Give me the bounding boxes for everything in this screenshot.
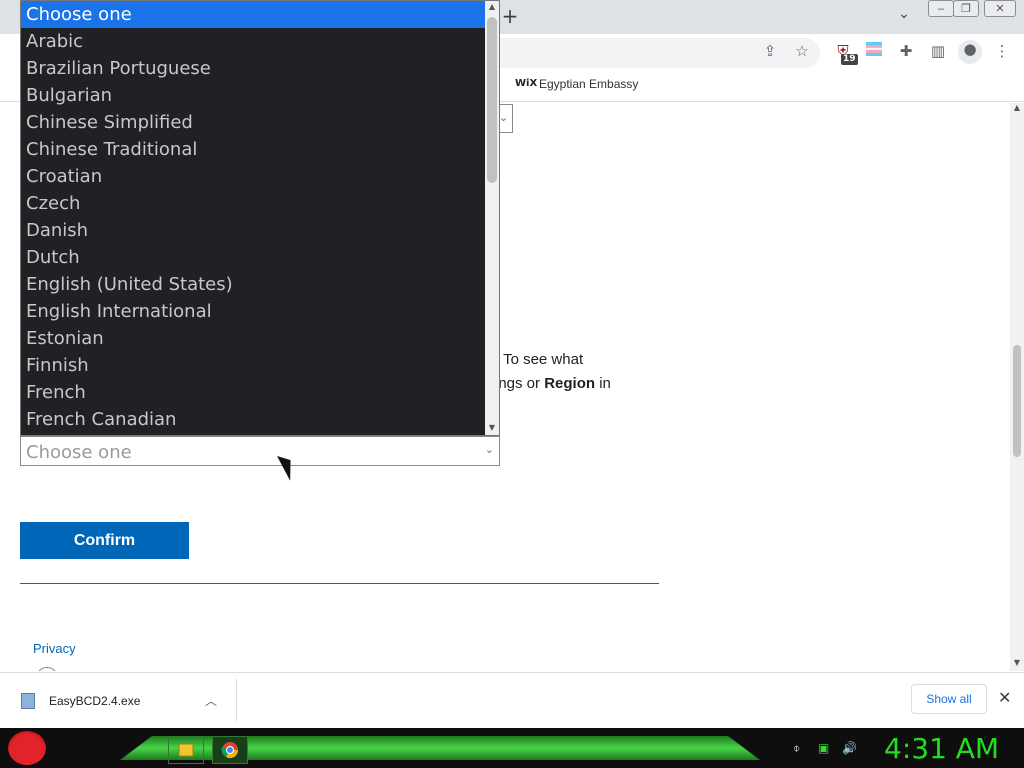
instruction-text-pre: ings or <box>495 375 545 392</box>
dropdown-scroll-up-icon[interactable]: ▲ <box>485 2 499 11</box>
page-scrollbar[interactable]: ▲ ▼ <box>1010 103 1024 671</box>
download-item-name[interactable]: EasyBCD2.4.exe <box>49 694 140 708</box>
wix-favicon-icon: WiX <box>515 78 538 89</box>
close-icon[interactable]: ✕ <box>998 688 1011 707</box>
dropdown-option[interactable]: Arabic <box>21 28 485 55</box>
chevron-up-icon[interactable]: ︿ <box>205 692 217 709</box>
taskbar: ⌽ ▣ 🔊 4:31 AM <box>0 728 1024 768</box>
instruction-text-line1: . To see what <box>495 351 584 368</box>
close-window-button[interactable]: ✕ <box>984 0 1016 17</box>
instruction-text-post: in <box>595 375 611 392</box>
download-shelf: EasyBCD2.4.exe ︿ Show all ✕ <box>0 672 1024 728</box>
volume-icon[interactable]: 🔊 <box>842 741 857 755</box>
tray-monitor-icon[interactable]: ▣ <box>818 741 829 755</box>
side-panel-icon[interactable]: ▥ <box>927 42 949 64</box>
dropdown-option[interactable]: English (United States) <box>21 271 485 298</box>
scroll-up-icon[interactable]: ▲ <box>1010 103 1024 112</box>
minimize-button[interactable]: ‒ <box>928 0 954 17</box>
new-tab-button[interactable]: + <box>500 4 520 28</box>
dropdown-scroll-down-icon[interactable]: ▼ <box>485 423 499 432</box>
file-explorer-icon[interactable] <box>168 736 204 764</box>
dropdown-option[interactable]: French Canadian <box>21 406 485 433</box>
exe-file-icon <box>21 693 35 709</box>
dropdown-option[interactable]: Choose one <box>21 1 485 28</box>
profile-icon[interactable]: ● <box>958 40 982 64</box>
dropdown-option[interactable]: Estonian <box>21 325 485 352</box>
bookmark-egyptian-embassy[interactable]: Egyptian Embassy <box>539 77 638 91</box>
bookmark-star-icon[interactable]: ☆ <box>791 42 813 64</box>
dropdown-option[interactable]: Bulgarian <box>21 82 485 109</box>
dropdown-scroll-thumb[interactable] <box>487 17 497 183</box>
dropdown-scrollbar[interactable]: ▲ ▼ <box>485 1 499 435</box>
confirm-button[interactable]: Confirm <box>20 522 189 559</box>
dropdown-option[interactable]: English International <box>21 298 485 325</box>
page-scroll-thumb[interactable] <box>1013 345 1021 457</box>
instruction-text-line2: ings or Region in <box>495 375 611 392</box>
extension-flag-icon[interactable] <box>863 42 885 64</box>
partial-circle-icon <box>36 667 58 671</box>
dropdown-option[interactable]: Danish <box>21 217 485 244</box>
dropdown-option[interactable]: French <box>21 379 485 406</box>
restore-button[interactable]: ❐ <box>953 0 979 17</box>
privacy-link[interactable]: Privacy <box>33 641 76 656</box>
chrome-icon[interactable] <box>212 736 248 764</box>
extensions-puzzle-icon[interactable]: ✚ <box>895 42 917 64</box>
dropdown-option[interactable]: Brazilian Portuguese <box>21 55 485 82</box>
shelf-separator <box>236 679 237 721</box>
region-emphasis: Region <box>544 375 596 392</box>
dropdown-option[interactable]: Croatian <box>21 163 485 190</box>
dropdown-option[interactable]: Chinese Traditional <box>21 136 485 163</box>
language-select-value: Choose one <box>26 442 132 463</box>
menu-icon[interactable]: ⋮ <box>991 42 1013 64</box>
language-dropdown-list: Choose one Arabic Brazilian Portuguese Bulg… <box>20 0 500 436</box>
dropdown-option[interactable]: Dutch <box>21 244 485 271</box>
language-select[interactable]: Choose one ⌄ <box>20 436 500 466</box>
tray-network-icon[interactable]: ⌽ <box>793 741 800 756</box>
dropdown-option[interactable]: Czech <box>21 190 485 217</box>
share-icon[interactable]: ⇪ <box>759 42 781 64</box>
dropdown-option[interactable]: Chinese Simplified <box>21 109 485 136</box>
tab-search-button[interactable]: ⌄ <box>894 6 914 26</box>
divider <box>20 583 659 584</box>
scroll-down-icon[interactable]: ▼ <box>1010 658 1024 667</box>
taskbar-clock[interactable]: 4:31 AM <box>884 732 999 765</box>
chevron-down-icon: ⌄ <box>484 443 494 456</box>
start-button[interactable] <box>8 731 46 765</box>
show-all-button[interactable]: Show all <box>911 684 987 714</box>
extension-badge: 19 <box>841 54 858 65</box>
dropdown-option[interactable]: Finnish <box>21 352 485 379</box>
